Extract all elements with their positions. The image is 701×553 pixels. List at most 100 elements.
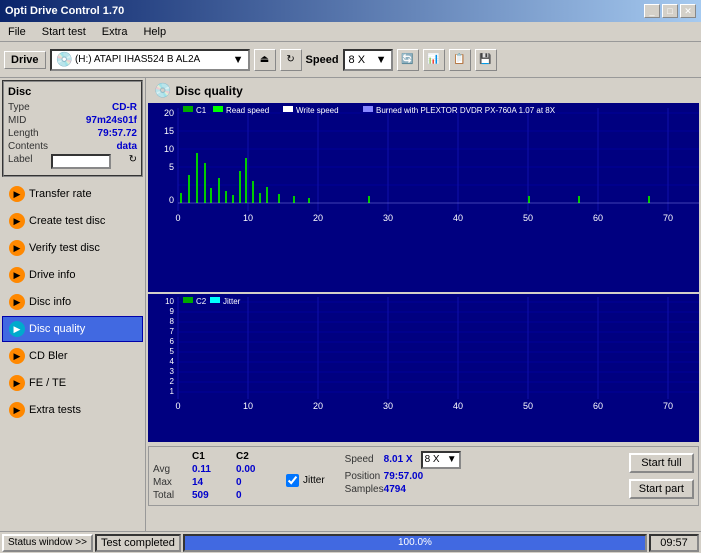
drive-label: Drive (4, 51, 46, 69)
svg-text:70: 70 (663, 213, 673, 223)
disc-contents-row: Contents data (8, 141, 137, 152)
status-bar: Status window >> Test completed 100.0% 0… (0, 531, 701, 553)
speed-selector[interactable]: 8 X ▼ (343, 49, 393, 71)
disc-mid-key: MID (8, 115, 26, 126)
svg-text:1: 1 (170, 387, 175, 396)
c2-total: 0 (236, 490, 276, 501)
speed-col: Speed 8.01 X 8 X ▼ Position 79:57.00 Sam… (345, 451, 461, 501)
content-title: 💿 Disc quality (148, 80, 699, 101)
sidebar-label-verify-test-disc: Verify test disc (29, 242, 100, 254)
c1-c2-header: C1 C2 Avg 0.11 0.00 Max 14 0 Total 509 0 (153, 451, 276, 501)
sidebar-item-transfer-rate[interactable]: ▶ Transfer rate (2, 181, 143, 207)
disc-label-input[interactable] (51, 154, 111, 169)
speed-label-stat: Speed (345, 454, 380, 465)
close-button[interactable]: ✕ (680, 4, 696, 18)
svg-text:Write speed: Write speed (296, 106, 339, 115)
eject-button[interactable]: ⏏ (254, 49, 276, 71)
disc-type-key: Type (8, 102, 30, 113)
drive-selector[interactable]: 💿 (H:) ATAPI IHAS524 B AL2A ▼ (50, 49, 250, 71)
c1-max: 14 (192, 477, 232, 488)
disc-panel-title: Disc (8, 86, 137, 98)
tool-button-2[interactable]: 📊 (423, 49, 445, 71)
progress-bar-container: 100.0% (183, 534, 647, 552)
extra-tests-icon: ▶ (9, 402, 25, 418)
verify-test-disc-icon: ▶ (9, 240, 25, 256)
minimize-button[interactable]: _ (644, 4, 660, 18)
content-title-text: Disc quality (175, 84, 242, 98)
sidebar-label-drive-info: Drive info (29, 269, 75, 281)
disc-type-row: Type CD-R (8, 102, 137, 113)
disc-label-row: Label ↻ (8, 154, 137, 169)
speed-dropdown-arrow: ▼ (376, 54, 387, 66)
sidebar-item-drive-info[interactable]: ▶ Drive info (2, 262, 143, 288)
disc-mid-row: MID 97m24s01f (8, 115, 137, 126)
c2-col-label: C2 (236, 451, 276, 462)
max-label: Max (153, 477, 188, 488)
drive-dropdown-arrow[interactable]: ▼ (233, 54, 244, 66)
main-layout: Disc Type CD-R MID 97m24s01f Length 79:5… (0, 78, 701, 531)
svg-text:0: 0 (175, 213, 180, 223)
tool-button-4[interactable]: 💾 (475, 49, 497, 71)
speed-select-stat[interactable]: 8 X ▼ (421, 451, 461, 469)
samples-value: 4794 (384, 484, 406, 495)
svg-text:0: 0 (169, 195, 174, 205)
svg-text:Jitter: Jitter (223, 297, 241, 306)
total-label: Total (153, 490, 188, 501)
svg-text:10: 10 (164, 144, 174, 154)
sidebar-item-cd-bler[interactable]: ▶ CD Bler (2, 343, 143, 369)
svg-text:20: 20 (164, 108, 174, 118)
speed-select-value: 8 X (425, 454, 440, 465)
menu-extra[interactable]: Extra (98, 25, 132, 39)
menu-help[interactable]: Help (139, 25, 170, 39)
disc-info-icon: ▶ (9, 294, 25, 310)
disc-quality-icon: ▶ (9, 321, 25, 337)
svg-text:10: 10 (243, 401, 253, 411)
disc-length-key: Length (8, 128, 39, 139)
avg-label: Avg (153, 464, 188, 475)
menu-start-test[interactable]: Start test (38, 25, 90, 39)
sidebar-label-transfer-rate: Transfer rate (29, 188, 92, 200)
sidebar-item-verify-test-disc[interactable]: ▶ Verify test disc (2, 235, 143, 261)
sidebar-label-disc-quality: Disc quality (29, 323, 85, 335)
start-full-button[interactable]: Start full (629, 453, 694, 473)
speed-label: Speed (306, 54, 339, 66)
svg-text:4: 4 (170, 357, 175, 366)
start-part-button[interactable]: Start part (629, 479, 694, 499)
chart-bottom-container: 10 9 8 7 6 5 4 3 2 1 10% 8% 6% 4% 2% 0 (148, 294, 699, 442)
sidebar-item-disc-quality[interactable]: ▶ Disc quality (2, 316, 143, 342)
c1-avg: 0.11 (192, 464, 232, 475)
label-refresh-icon[interactable]: ↻ (129, 154, 137, 169)
svg-text:5: 5 (170, 347, 175, 356)
disc-info-panel: Disc Type CD-R MID 97m24s01f Length 79:5… (2, 80, 143, 177)
svg-text:10: 10 (243, 213, 253, 223)
menu-file[interactable]: File (4, 25, 30, 39)
status-window-button[interactable]: Status window >> (2, 534, 93, 552)
sidebar-item-create-test-disc[interactable]: ▶ Create test disc (2, 208, 143, 234)
sidebar-item-extra-tests[interactable]: ▶ Extra tests (2, 397, 143, 423)
svg-text:8: 8 (170, 317, 175, 326)
tool-button-1[interactable]: 🔄 (397, 49, 419, 71)
progress-text: 100.0% (398, 537, 432, 548)
jitter-checkbox[interactable] (286, 474, 299, 487)
chart-top-container: 20 15 10 5 0 48 X 40 X 32 X 24 X 16 X 8 … (148, 103, 699, 292)
svg-text:30: 30 (383, 401, 393, 411)
refresh-button[interactable]: ↻ (280, 49, 302, 71)
sidebar-item-disc-info[interactable]: ▶ Disc info (2, 289, 143, 315)
speed-value-stat: 8.01 X (384, 454, 413, 465)
position-label: Position (345, 471, 380, 482)
svg-text:5: 5 (169, 162, 174, 172)
tool-button-3[interactable]: 📋 (449, 49, 471, 71)
disc-length-row: Length 79:57.72 (8, 128, 137, 139)
c2-avg: 0.00 (236, 464, 276, 475)
svg-text:20: 20 (313, 213, 323, 223)
sidebar-label-disc-info: Disc info (29, 296, 71, 308)
drive-name: (H:) ATAPI IHAS524 B AL2A (75, 54, 231, 65)
disc-mid-val: 97m24s01f (86, 115, 137, 126)
sidebar-item-fe-te[interactable]: ▶ FE / TE (2, 370, 143, 396)
create-test-disc-icon: ▶ (9, 213, 25, 229)
time-display: 09:57 (660, 537, 688, 549)
disc-label-key: Label (8, 154, 32, 169)
svg-text:50: 50 (523, 213, 533, 223)
maximize-button[interactable]: □ (662, 4, 678, 18)
svg-text:6: 6 (170, 337, 175, 346)
